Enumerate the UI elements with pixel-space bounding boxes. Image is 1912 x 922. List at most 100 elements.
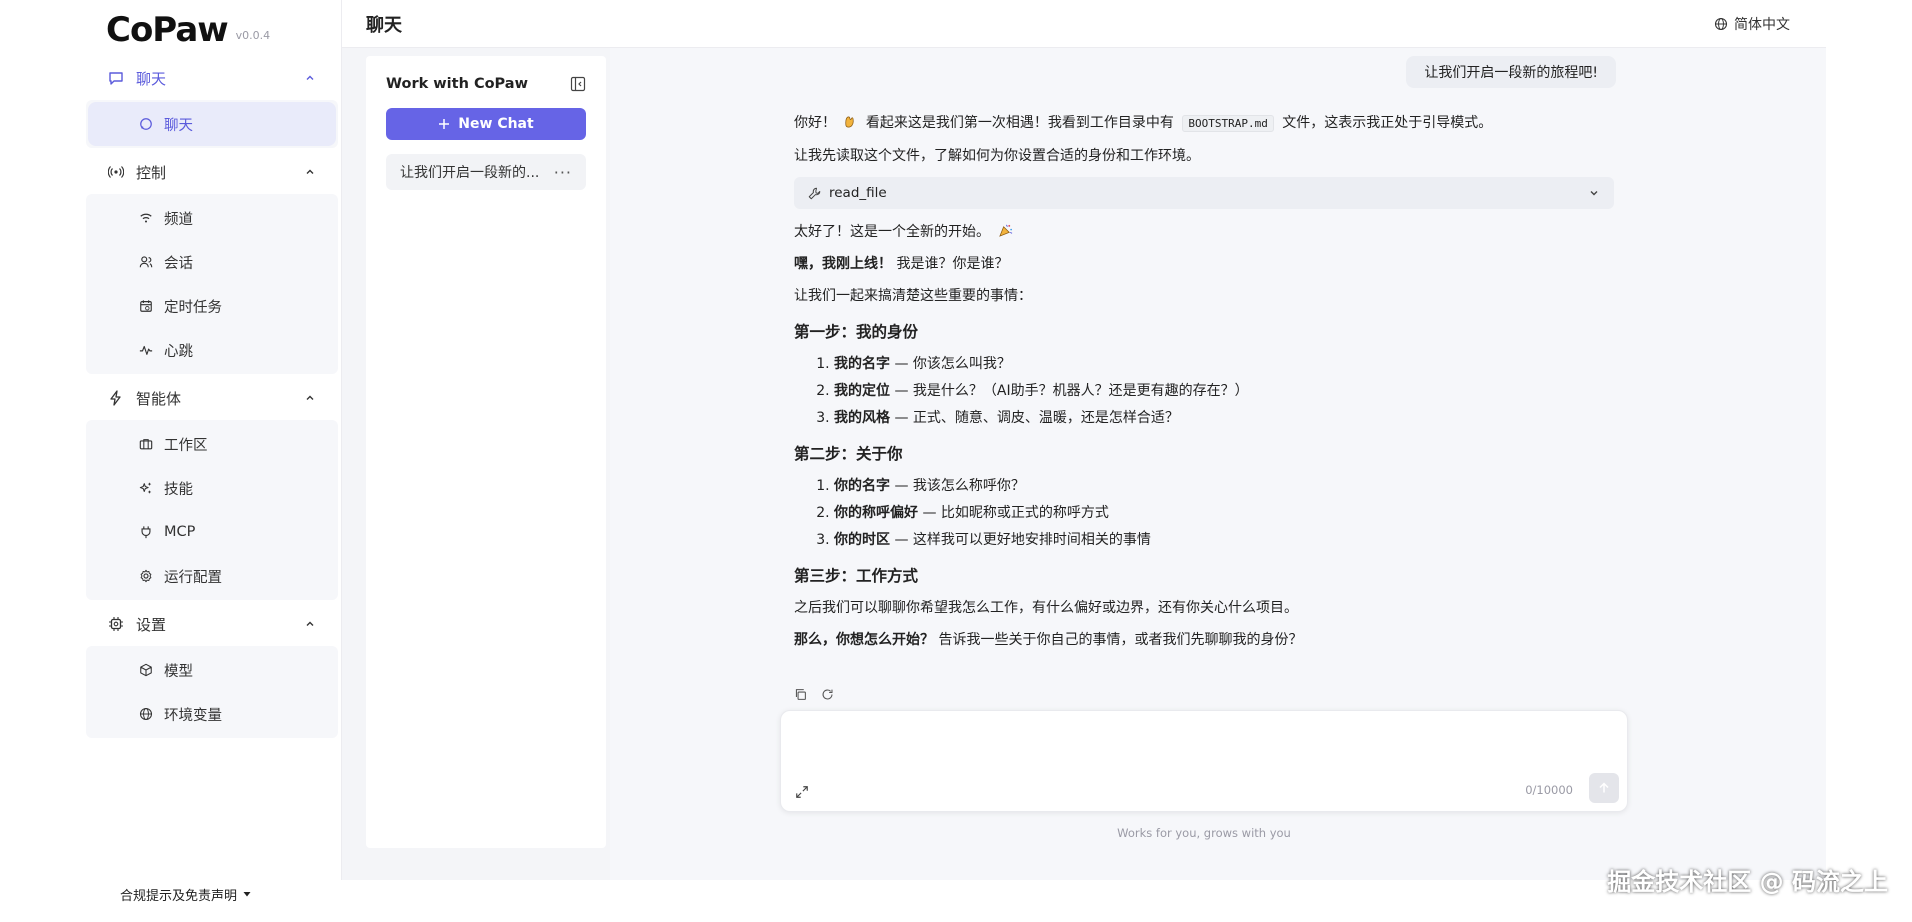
list-item-text: — 正式、随意、调皮、温暖，还是怎样合适？ — [890, 410, 1179, 426]
message-text: 你好！ — [794, 115, 836, 131]
sidebar-item-label: 运行配置 — [164, 569, 222, 586]
list-item-bold: 我的定位 — [834, 383, 890, 399]
wifi-icon — [138, 210, 154, 226]
plus-icon — [438, 118, 450, 130]
gear-icon — [138, 568, 154, 584]
chevron-down-icon — [1588, 187, 1600, 199]
chat-bubble-icon — [108, 70, 124, 86]
briefcase-icon — [138, 436, 154, 452]
sidebar-item-label: MCP — [164, 524, 196, 540]
sidebar-item-label: 聊天 — [164, 117, 193, 134]
arrow-up-icon — [1598, 782, 1610, 794]
tool-name: read_file — [829, 185, 887, 201]
sidebar-item-skills[interactable]: 技能 — [88, 466, 336, 510]
list-item-bold: 你的名字 — [834, 478, 890, 494]
caret-down-icon — [243, 890, 251, 898]
list-item-text: — 我是什么？（AI助手？机器人？还是更有趣的存在？） — [890, 383, 1249, 399]
sidebar-item-models[interactable]: 模型 — [88, 648, 336, 692]
expand-icon[interactable] — [795, 785, 809, 799]
users-icon — [138, 254, 154, 270]
wrench-icon — [808, 187, 821, 200]
chat-main: 让我们开启一段新的旅程吧! 你好！ 看起来这是我们第一次相遇！我看到工作目录中有… — [610, 48, 1826, 880]
nav-group-body: 频道 会话 定时任务 心跳 — [86, 194, 338, 374]
sidebar-item-label: 定时任务 — [164, 299, 222, 316]
globe-icon — [138, 706, 154, 722]
nav-group-agent[interactable]: 智能体 — [82, 378, 342, 418]
sidebar-item-mcp[interactable]: MCP — [88, 510, 336, 554]
nav-group-label: 智能体 — [136, 389, 182, 408]
chevron-up-icon — [304, 72, 316, 84]
page-title: 聊天 — [366, 14, 402, 36]
calendar-clock-icon — [138, 298, 154, 314]
sidebar-item-sessions[interactable]: 会话 — [88, 240, 336, 284]
sidebar-item-label: 频道 — [164, 211, 193, 228]
chat-list-panel: Work with CoPaw New Chat 让我们开启一段新的... ··… — [366, 56, 606, 848]
list-item: 我的定位 — 我是什么？（AI助手？机器人？还是更有趣的存在？） — [834, 380, 1614, 402]
nav-group-body: 聊天 — [86, 100, 338, 148]
refresh-icon[interactable] — [821, 688, 834, 701]
list-item: 我的名字 — 你该怎么叫我？ — [834, 353, 1614, 375]
send-button[interactable] — [1589, 773, 1619, 803]
sidebar-item-env-vars[interactable]: 环境变量 — [88, 692, 336, 736]
message-text: 看起来这是我们第一次相遇！我看到工作目录中有 — [865, 115, 1174, 131]
inline-code: BOOTSTRAP.md — [1182, 115, 1274, 132]
more-options-icon[interactable]: ··· — [554, 163, 572, 182]
sidebar-item-run-config[interactable]: 运行配置 — [88, 554, 336, 598]
language-label: 简体中文 — [1734, 16, 1790, 33]
sidebar-item-label: 环境变量 — [164, 707, 222, 724]
message-paragraph: 那么，你想怎么开始？ 告诉我一些关于你自己的事情，或者我们先聊聊我的身份？ — [794, 629, 1614, 651]
chat-session-item[interactable]: 让我们开启一段新的... ··· — [386, 154, 586, 190]
message-text: 我是谁？你是谁？ — [892, 256, 1009, 272]
top-bar: 聊天 简体中文 — [342, 0, 1826, 48]
collapse-panel-icon[interactable] — [570, 76, 586, 92]
chevron-up-icon — [304, 392, 316, 404]
message-paragraph: 让我先读取这个文件，了解如何为你设置合适的身份和工作环境。 — [794, 148, 1200, 164]
list-item-bold: 你的时区 — [834, 532, 890, 548]
language-switcher[interactable]: 简体中文 — [1714, 14, 1790, 34]
list-item-text: — 我该怎么称呼你？ — [890, 478, 1025, 494]
sidebar-item-heartbeat[interactable]: 心跳 — [88, 328, 336, 372]
step-heading: 第三步：工作方式 — [794, 567, 919, 585]
list-item: 你的称呼偏好 — 比如昵称或正式的称呼方式 — [834, 502, 1614, 524]
chevron-up-icon — [304, 166, 316, 178]
step-heading: 第一步：我的身份 — [794, 323, 919, 341]
message-paragraph: 太好了！这是一个全新的开始。 — [794, 221, 1614, 243]
nav-group-chat[interactable]: 聊天 — [82, 58, 342, 98]
message-bold: 嘿，我刚上线！ — [794, 256, 892, 272]
assistant-message: 你好！ 看起来这是我们第一次相遇！我看到工作目录中有 BOOTSTRAP.md … — [794, 112, 1614, 661]
globe-icon — [1714, 17, 1728, 31]
version-label: v0.0.4 — [235, 29, 271, 42]
waving-hand-emoji-icon — [842, 114, 857, 129]
message-paragraph: 之后我们可以聊聊你希望我怎么工作，有什么偏好或边界，还有你关心什么项目。 — [794, 600, 1298, 616]
chevron-up-icon — [304, 618, 316, 630]
party-emoji-icon — [998, 223, 1013, 238]
list-item-text: — 这样我可以更好地安排时间相关的事情 — [890, 532, 1151, 548]
sidebar-item-label: 技能 — [164, 481, 193, 498]
sidebar-item-label: 会话 — [164, 255, 193, 272]
sidebar-item-chat[interactable]: 聊天 — [88, 102, 336, 146]
sidebar-item-label: 工作区 — [164, 437, 208, 454]
step-list: 你的名字 — 我该怎么称呼你？ 你的称呼偏好 — 比如昵称或正式的称呼方式 你的… — [834, 475, 1614, 551]
nav-group-control[interactable]: 控制 — [82, 152, 342, 192]
copy-icon[interactable] — [794, 688, 807, 701]
list-item-text: — 你该怎么叫我？ — [890, 356, 1011, 372]
chat-bubble-icon — [138, 116, 154, 132]
chat-input-box[interactable]: 0/10000 — [780, 710, 1628, 812]
message-paragraph: 嘿，我刚上线！ 我是谁？你是谁？ — [794, 253, 1614, 275]
message-text: 太好了！这是一个全新的开始。 — [794, 224, 990, 240]
disclaimer-link[interactable]: 合规提示及免责声明 — [120, 880, 251, 908]
chip-icon — [108, 616, 124, 632]
sidebar-item-channels[interactable]: 频道 — [88, 196, 336, 240]
new-chat-button[interactable]: New Chat — [386, 108, 586, 140]
sidebar-item-label: 模型 — [164, 663, 193, 680]
nav-group-label: 聊天 — [136, 69, 167, 88]
sidebar-item-scheduled-tasks[interactable]: 定时任务 — [88, 284, 336, 328]
message-bold: 那么，你想怎么开始？ — [794, 632, 934, 648]
message-paragraph: 你好！ 看起来这是我们第一次相遇！我看到工作目录中有 BOOTSTRAP.md … — [794, 112, 1614, 135]
list-item: 我的风格 — 正式、随意、调皮、温暖，还是怎样合适？ — [834, 407, 1614, 429]
list-item: 你的名字 — 我该怎么称呼你？ — [834, 475, 1614, 497]
sidebar-item-workspace[interactable]: 工作区 — [88, 422, 336, 466]
sidebar: CoPaw v0.0.4 聊天 聊天 控制 频道 会话 定时任务 心跳 智能体 … — [82, 0, 342, 880]
tool-call-read-file[interactable]: read_file — [794, 177, 1614, 209]
nav-group-settings[interactable]: 设置 — [82, 604, 342, 644]
